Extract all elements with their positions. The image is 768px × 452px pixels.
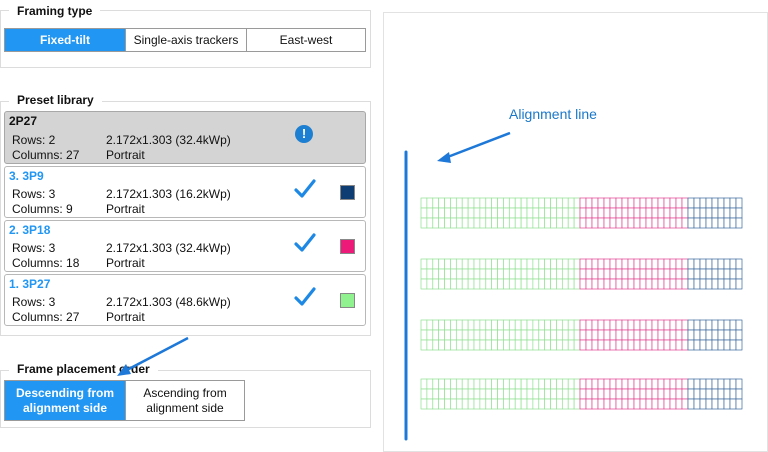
preset-columns: Columns: 27 (12, 148, 80, 162)
preset-2p27[interactable]: 2P27 Rows: 2 Columns: 27 2.172x1.303 (32… (4, 111, 366, 164)
preset-columns: Columns: 9 (12, 202, 73, 216)
descending-button[interactable]: Descending from alignment side (5, 381, 126, 420)
preset-rows: Rows: 3 (12, 241, 56, 255)
preset-size: 2.172x1.303 (48.6kWp) (106, 295, 231, 309)
east-west-button[interactable]: East-west (247, 29, 365, 51)
preset-name: 3. 3P9 (9, 169, 44, 183)
checkmark-icon (294, 233, 316, 252)
single-axis-trackers-button[interactable]: Single-axis trackers (126, 29, 247, 51)
checkmark-icon (294, 179, 316, 198)
preset-columns: Columns: 27 (12, 310, 80, 324)
warning-icon: ! (295, 125, 313, 143)
preset-rows: Rows: 3 (12, 187, 56, 201)
preset-size: 2.172x1.303 (32.4kWp) (106, 133, 231, 147)
preset-columns: Columns: 18 (12, 256, 80, 270)
frame-placement-title: Frame placement order (9, 361, 158, 377)
preset-orientation: Portrait (106, 310, 145, 324)
preset-size: 2.172x1.303 (32.4kWp) (106, 241, 231, 255)
preset-name: 1. 3P27 (9, 277, 51, 291)
preset-3p27[interactable]: 1. 3P27 Rows: 3 Columns: 27 2.172x1.303 … (4, 274, 366, 326)
color-swatch[interactable] (340, 239, 355, 254)
alignment-line-annotation: Alignment line (509, 106, 597, 122)
preset-orientation: Portrait (106, 148, 145, 162)
layout-canvas[interactable] (383, 12, 768, 452)
preset-size: 2.172x1.303 (16.2kWp) (106, 187, 231, 201)
preset-rows: Rows: 2 (12, 133, 56, 147)
fixed-tilt-button[interactable]: Fixed-tilt (5, 29, 126, 51)
preset-orientation: Portrait (106, 256, 145, 270)
ascending-button[interactable]: Ascending from alignment side (126, 381, 244, 420)
checkmark-icon (294, 287, 316, 306)
preset-orientation: Portrait (106, 202, 145, 216)
preset-3p9[interactable]: 3. 3P9 Rows: 3 Columns: 9 2.172x1.303 (1… (4, 166, 366, 218)
preset-rows: Rows: 3 (12, 295, 56, 309)
framing-type-selector: Fixed-tilt Single-axis trackers East-wes… (4, 28, 366, 52)
preset-library-title: Preset library (9, 92, 102, 108)
preset-name: 2P27 (9, 114, 38, 128)
preset-3p18[interactable]: 2. 3P18 Rows: 3 Columns: 18 2.172x1.303 … (4, 220, 366, 272)
color-swatch[interactable] (340, 185, 355, 200)
framing-type-title: Framing type (9, 3, 101, 19)
preset-name: 2. 3P18 (9, 223, 51, 237)
frame-placement-selector: Descending from alignment side Ascending… (4, 380, 245, 421)
color-swatch[interactable] (340, 293, 355, 308)
